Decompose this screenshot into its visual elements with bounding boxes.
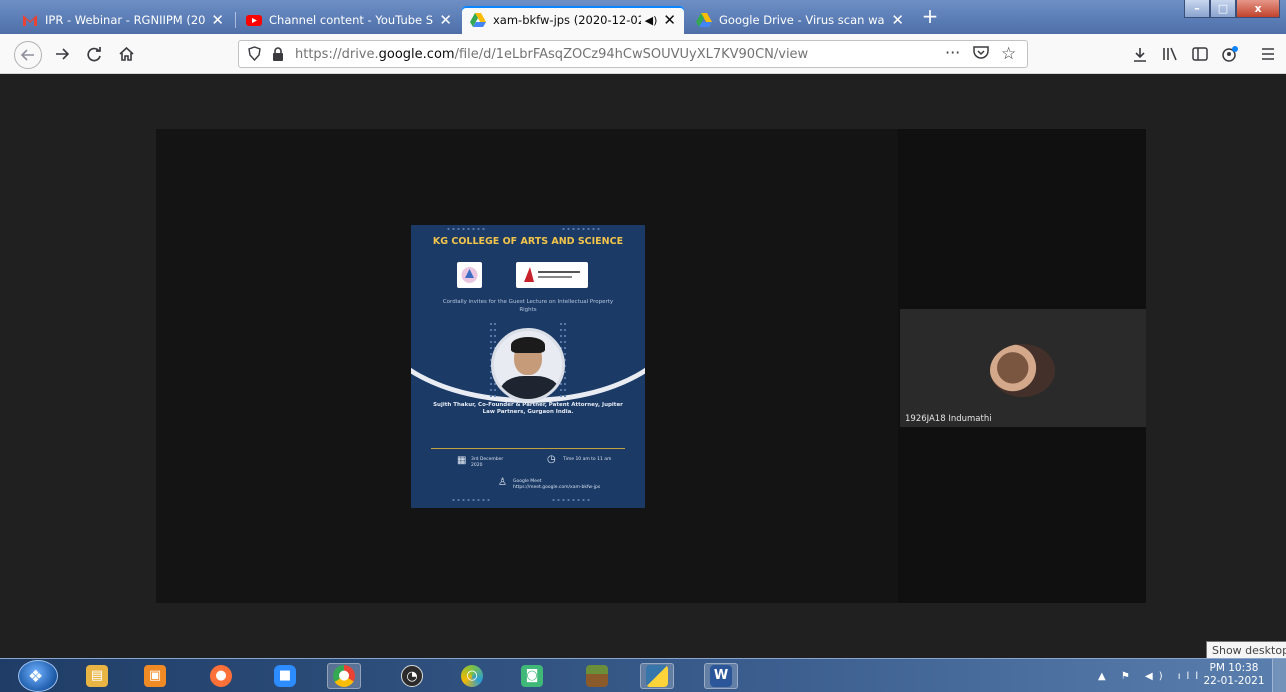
poster-time: Time 10 am to 11 am [563,457,612,462]
poster-meet-link: Google Meet https://meet.google.com/xam-… [513,479,601,490]
downloads-button[interactable] [1128,42,1152,66]
gmail-icon [22,12,38,28]
library-icon [1163,47,1177,61]
word-icon[interactable]: W [704,663,738,689]
windows-logo-icon: ❖ [28,667,44,687]
poster-decoration [451,498,491,502]
colorful-app-icon[interactable]: ○ [455,663,489,689]
menu-button[interactable] [1256,42,1280,66]
window-controls: – □ x [1184,0,1280,18]
tab-title: Google Drive - Virus scan warni [719,13,886,27]
gamepad-app-icon[interactable]: ◙ [515,663,549,689]
meeting-icon: ♙ [498,477,507,488]
library-button[interactable] [1158,42,1182,66]
url-prefix: https://drive. [295,47,379,62]
college-logo [457,262,482,288]
speaker-icon[interactable]: ◀) [645,14,658,27]
obs-icon[interactable]: ◔ [395,663,429,689]
minimize-button[interactable]: – [1184,0,1210,18]
tab-title: xam-bkfw-jps (2020-12-02 a [493,13,641,27]
navigation-toolbar: https://drive.google.com/file/d/1eLbrFAs… [0,34,1286,74]
google-drive-icon [696,12,712,28]
close-icon[interactable]: ✕ [439,11,452,29]
tab-ipr-webinar[interactable]: IPR - Webinar - RGNIIPM (2020 ✕ [14,6,232,34]
participant-name: 1926JA18 Indumathi [905,414,992,424]
tab-title: IPR - Webinar - RGNIIPM (2020 [45,13,206,27]
file-explorer-icon[interactable]: ▤ [80,663,114,689]
chrome-icon[interactable]: ● [327,663,361,689]
close-icon[interactable]: ✕ [663,11,676,29]
poster-invite-text: Cordially invites for the Guest Lecture … [442,299,614,313]
download-icon [1134,47,1146,62]
participant-tile: 1926JA18 Indumathi [900,309,1146,427]
maximize-button[interactable]: □ [1210,0,1236,18]
clock-time: PM 10:38 [1209,662,1259,674]
close-icon[interactable]: ✕ [211,11,224,29]
tab-title: Channel content - YouTube St [269,13,434,27]
hamburger-menu-icon [1262,48,1274,60]
page-content: KG COLLEGE OF ARTS AND SCIENCE Cordially… [0,74,1286,660]
url-path: /file/d/1eLbrFAsqZOCz94hCwSOUVUyXL7KV90C… [454,47,809,62]
lock-icon[interactable] [272,46,284,65]
speaker-suit [500,376,560,399]
participant-avatar [990,344,1055,397]
show-desktop-button[interactable] [1272,659,1286,692]
speaker-photo [491,328,565,402]
tab-meet-recording[interactable]: xam-bkfw-jps (2020-12-02 a ◀) ✕ [462,6,684,34]
speaker-hair [511,337,545,353]
poster-date: 3rd December 2020 [471,457,504,468]
forward-arrow-icon [56,48,69,60]
reload-button[interactable] [82,42,106,66]
windows-taskbar: ❖ ▤ ▣ ● ■ ● ◔ ○ ◙ W ▲ ⚑ ◀) ıll PM 10:38 … [0,658,1286,692]
poster-title: KG COLLEGE OF ARTS AND SCIENCE [432,236,624,247]
minecraft-icon[interactable] [580,663,614,689]
sidebar-icon [1192,47,1208,61]
url-domain: google.com [378,47,455,62]
clock-icon: ◷ [547,454,556,465]
close-window-button[interactable]: x [1236,0,1280,18]
url-bar[interactable]: https://drive.google.com/file/d/1eLbrFAs… [238,40,1028,68]
google-drive-icon [470,12,486,28]
video-player[interactable]: KG COLLEGE OF ARTS AND SCIENCE Cordially… [156,129,1146,603]
python-icon[interactable] [640,663,674,689]
browser-tab-strip: IPR - Webinar - RGNIIPM (2020 ✕ Channel … [0,0,1286,34]
start-button[interactable]: ❖ [18,660,58,692]
poster-speaker-text: Sujith Thakur, Co-Founder & Partner, Pat… [433,402,623,415]
firefox-icon[interactable]: ● [204,663,238,689]
poster-decoration [561,227,601,231]
bookmark-star-icon[interactable]: ☆ [1001,44,1016,64]
close-icon[interactable]: ✕ [891,11,904,29]
partner-logo [516,262,588,288]
taskbar-clock[interactable]: PM 10:38 22-01-2021 [1202,662,1266,688]
forward-button[interactable] [50,42,74,66]
system-tray[interactable]: ▲ ⚑ ◀) ıll [1098,671,1204,682]
account-icon [1222,46,1238,62]
shield-icon[interactable] [248,46,261,65]
pocket-icon[interactable] [973,45,989,64]
poster-decoration [446,227,486,231]
media-player-icon[interactable]: ▣ [138,663,172,689]
event-poster: KG COLLEGE OF ARTS AND SCIENCE Cordially… [411,225,645,508]
page-actions-icon[interactable]: ··· [945,43,960,62]
home-icon [118,47,134,61]
poster-decoration [551,498,591,502]
clock-date: 22-01-2021 [1203,675,1265,687]
account-button[interactable] [1218,42,1242,66]
zoom-icon[interactable]: ■ [268,663,302,689]
tab-channel-content[interactable]: Channel content - YouTube St ✕ [238,6,460,34]
tab-separator [235,12,236,28]
youtube-icon [246,12,262,28]
back-button[interactable] [14,41,42,69]
reload-icon [86,46,101,61]
url-text: https://drive.google.com/file/d/1eLbrFAs… [295,47,808,62]
sidebar-button[interactable] [1188,42,1212,66]
poster-divider [431,448,625,449]
presentation-stage: KG COLLEGE OF ARTS AND SCIENCE Cordially… [156,129,898,603]
home-button[interactable] [114,42,138,66]
calendar-icon: ▦ [457,455,467,466]
new-tab-button[interactable]: + [918,4,942,28]
tab-google-drive-virus-scan[interactable]: Google Drive - Virus scan warni ✕ [688,6,912,34]
back-arrow-icon [21,49,34,61]
